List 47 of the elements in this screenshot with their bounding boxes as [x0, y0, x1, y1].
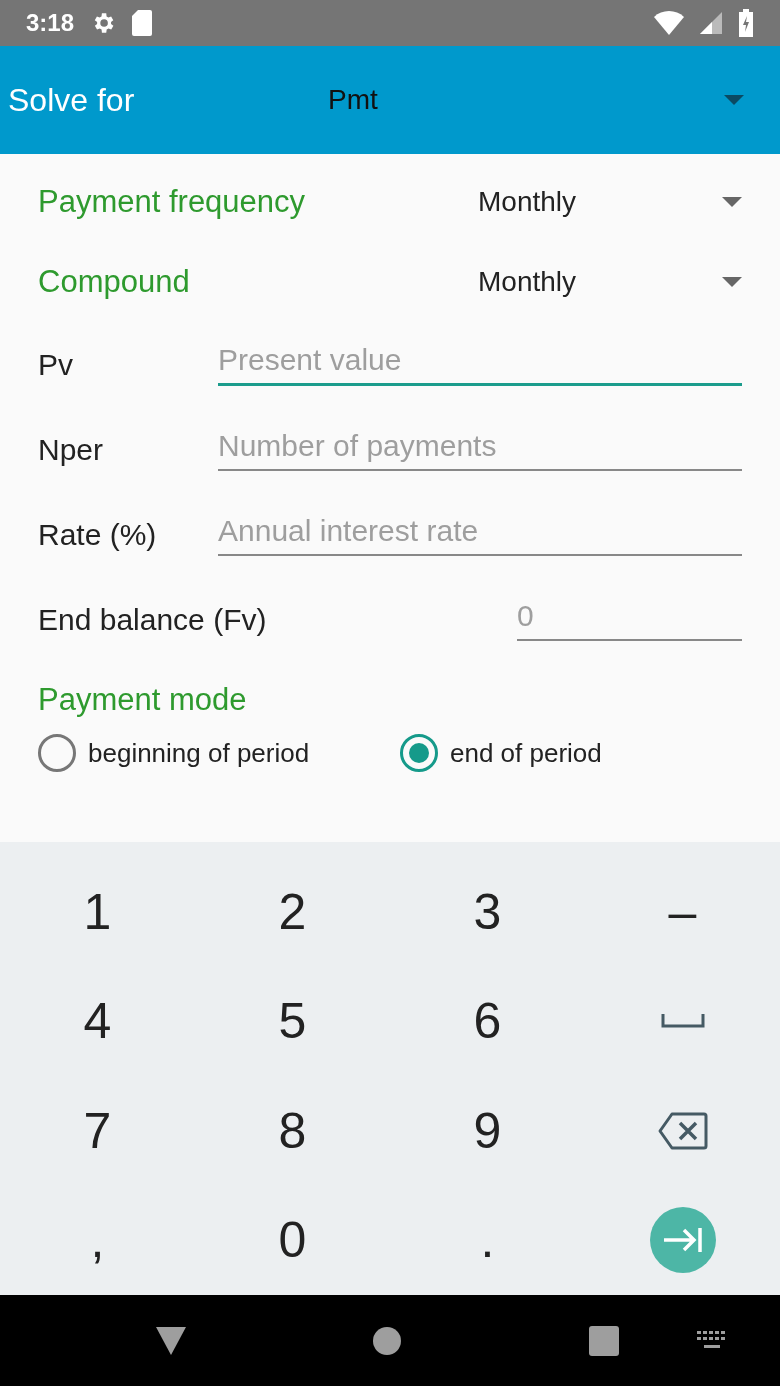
dropdown-label: Payment frequency [38, 184, 307, 220]
field-label: Pv [38, 347, 74, 382]
dropdown-caret-icon [722, 197, 742, 207]
status-time: 3:18 [26, 9, 75, 37]
keyboard-key[interactable]: 4 [0, 966, 195, 1076]
keyboard-key[interactable]: 6 [390, 966, 585, 1076]
dropdown-label: Compound [38, 264, 191, 300]
keyboard-icon[interactable] [697, 1330, 727, 1351]
solve-for-label: Solve for [8, 81, 136, 119]
dropdown-value[interactable]: Monthly [478, 266, 722, 298]
keyboard-key[interactable]: 7 [0, 1076, 195, 1186]
keyboard-key[interactable]: – [585, 857, 780, 967]
field-label: Rate (%) [38, 517, 158, 552]
dropdown-caret-icon [722, 277, 742, 287]
tab-arrow-icon [661, 1226, 704, 1255]
solve-for-dropdown[interactable]: Pmt [328, 84, 724, 116]
input-field[interactable]: 0 [517, 598, 742, 641]
keyboard-key[interactable]: 8 [195, 1076, 390, 1186]
space-icon [660, 1014, 705, 1029]
field-label: End balance (Fv) [38, 602, 268, 637]
dropdown-value[interactable]: Monthly [478, 186, 722, 218]
keyboard-key[interactable]: 3 [390, 857, 585, 967]
input-field[interactable]: Annual interest rate [218, 513, 742, 556]
input-field[interactable]: Present value [218, 343, 742, 386]
keyboard-key[interactable]: 5 [195, 966, 390, 1076]
wifi-icon [654, 11, 684, 35]
signal-icon [700, 12, 722, 34]
payment-mode-label: Payment mode [38, 682, 248, 718]
field-label: Nper [38, 432, 105, 467]
keyboard-key[interactable]: 1 [0, 857, 195, 967]
radio-label: end of period [450, 737, 602, 769]
back-icon[interactable] [155, 1325, 187, 1356]
sd-card-icon [132, 10, 153, 36]
keyboard-key[interactable]: . [390, 1185, 585, 1295]
radio-button[interactable] [38, 734, 76, 772]
keyboard-key[interactable]: 9 [390, 1076, 585, 1186]
input-field[interactable]: Number of payments [218, 428, 742, 471]
keyboard-key[interactable]: 2 [195, 857, 390, 967]
backspace-icon [657, 1111, 708, 1150]
home-icon[interactable] [373, 1326, 401, 1355]
keyboard-key[interactable]: 0 [195, 1185, 390, 1295]
radio-label: beginning of period [88, 737, 310, 769]
radio-button[interactable] [400, 734, 438, 772]
dropdown-caret-icon [724, 95, 744, 105]
battery-icon [738, 9, 754, 37]
recents-icon[interactable] [589, 1325, 619, 1356]
keyboard-key[interactable]: , [0, 1185, 195, 1295]
